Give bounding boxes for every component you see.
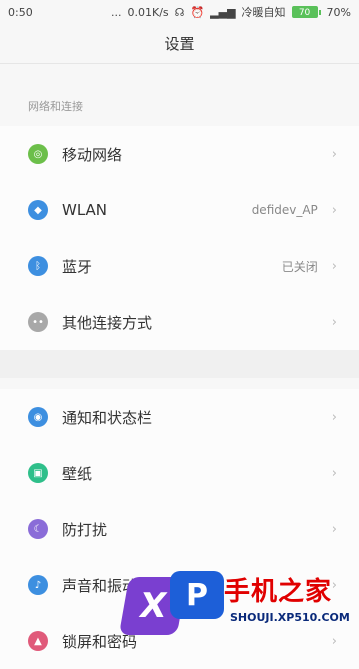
section-divider [0,350,359,378]
settings-row-label: 壁纸 [62,464,93,483]
notification-icon: ◉ [28,407,48,427]
settings-row-dnd[interactable]: ☾ 防打扰 › [0,501,359,557]
chevron-right-icon: › [331,577,337,593]
settings-row-label: 防打扰 [62,520,108,539]
chevron-right-icon: › [331,202,337,218]
chevron-right-icon: › [331,521,337,537]
settings-row-label: 声音和振动 [62,576,138,595]
page-title: 设置 [164,35,195,53]
settings-row-label: 蓝牙 [62,257,93,276]
alarm-icon: ⏰ [190,5,205,19]
settings-row-label: 移动网络 [62,145,123,164]
settings-row-bluetooth[interactable]: ᛒ 蓝牙 已关闭 › [0,238,359,294]
carrier-name: 冷暖自知 [241,6,286,19]
moon-icon: ☾ [28,519,48,539]
settings-row-label: WLAN [62,201,108,219]
battery-percent: 70% [326,5,351,19]
settings-row-wallpaper[interactable]: ▣ 壁纸 › [0,445,359,501]
section-header-network: 网络和连接 [28,100,83,113]
status-time: 0:50 [8,5,33,19]
status-bar: 0:50 ... 0.01K/s ☊ ⏰ ▂▄▆ 冷暖自知 70 70% [0,0,359,24]
network-speed: 0.01K/s [127,5,169,19]
wifi-icon: ◆ [28,200,48,220]
wallpaper-icon: ▣ [28,463,48,483]
settings-row-lockscreen[interactable]: ▲ 锁屏和密码 › [0,613,359,669]
mobile-network-icon: ◎ [28,144,48,164]
settings-row-value: 已关闭 [281,259,318,274]
headset-icon: ☊ [174,5,185,19]
lock-icon: ▲ [28,631,48,651]
sound-icon: ♪ [28,575,48,595]
settings-row-sound[interactable]: ♪ 声音和振动 › [0,557,359,613]
chevron-right-icon: › [331,258,337,274]
settings-row-other-connections[interactable]: •• 其他连接方式 › [0,294,359,350]
battery-icon: 70 [291,6,321,18]
chevron-right-icon: › [331,409,337,425]
chevron-right-icon: › [331,314,337,330]
bluetooth-icon: ᛒ [28,256,48,276]
settings-row-label: 通知和状态栏 [62,408,153,427]
chevron-right-icon: › [331,633,337,649]
settings-row-wlan[interactable]: ◆ WLAN defidev_AP › [0,182,359,238]
settings-row-label: 其他连接方式 [62,313,153,332]
settings-row-mobile-network[interactable]: ◎ 移动网络 › [0,126,359,182]
chevron-right-icon: › [331,465,337,481]
more-connections-icon: •• [28,312,48,332]
settings-row-value: defidev_AP [251,203,318,217]
status-dots: ... [111,5,122,19]
battery-level: 70 [291,6,318,18]
settings-row-label: 锁屏和密码 [62,632,138,651]
settings-row-notifications[interactable]: ◉ 通知和状态栏 › [0,389,359,445]
signal-icon: ▂▄▆ [210,5,236,19]
app-bar: 设置 [0,24,359,64]
chevron-right-icon: › [331,146,337,162]
